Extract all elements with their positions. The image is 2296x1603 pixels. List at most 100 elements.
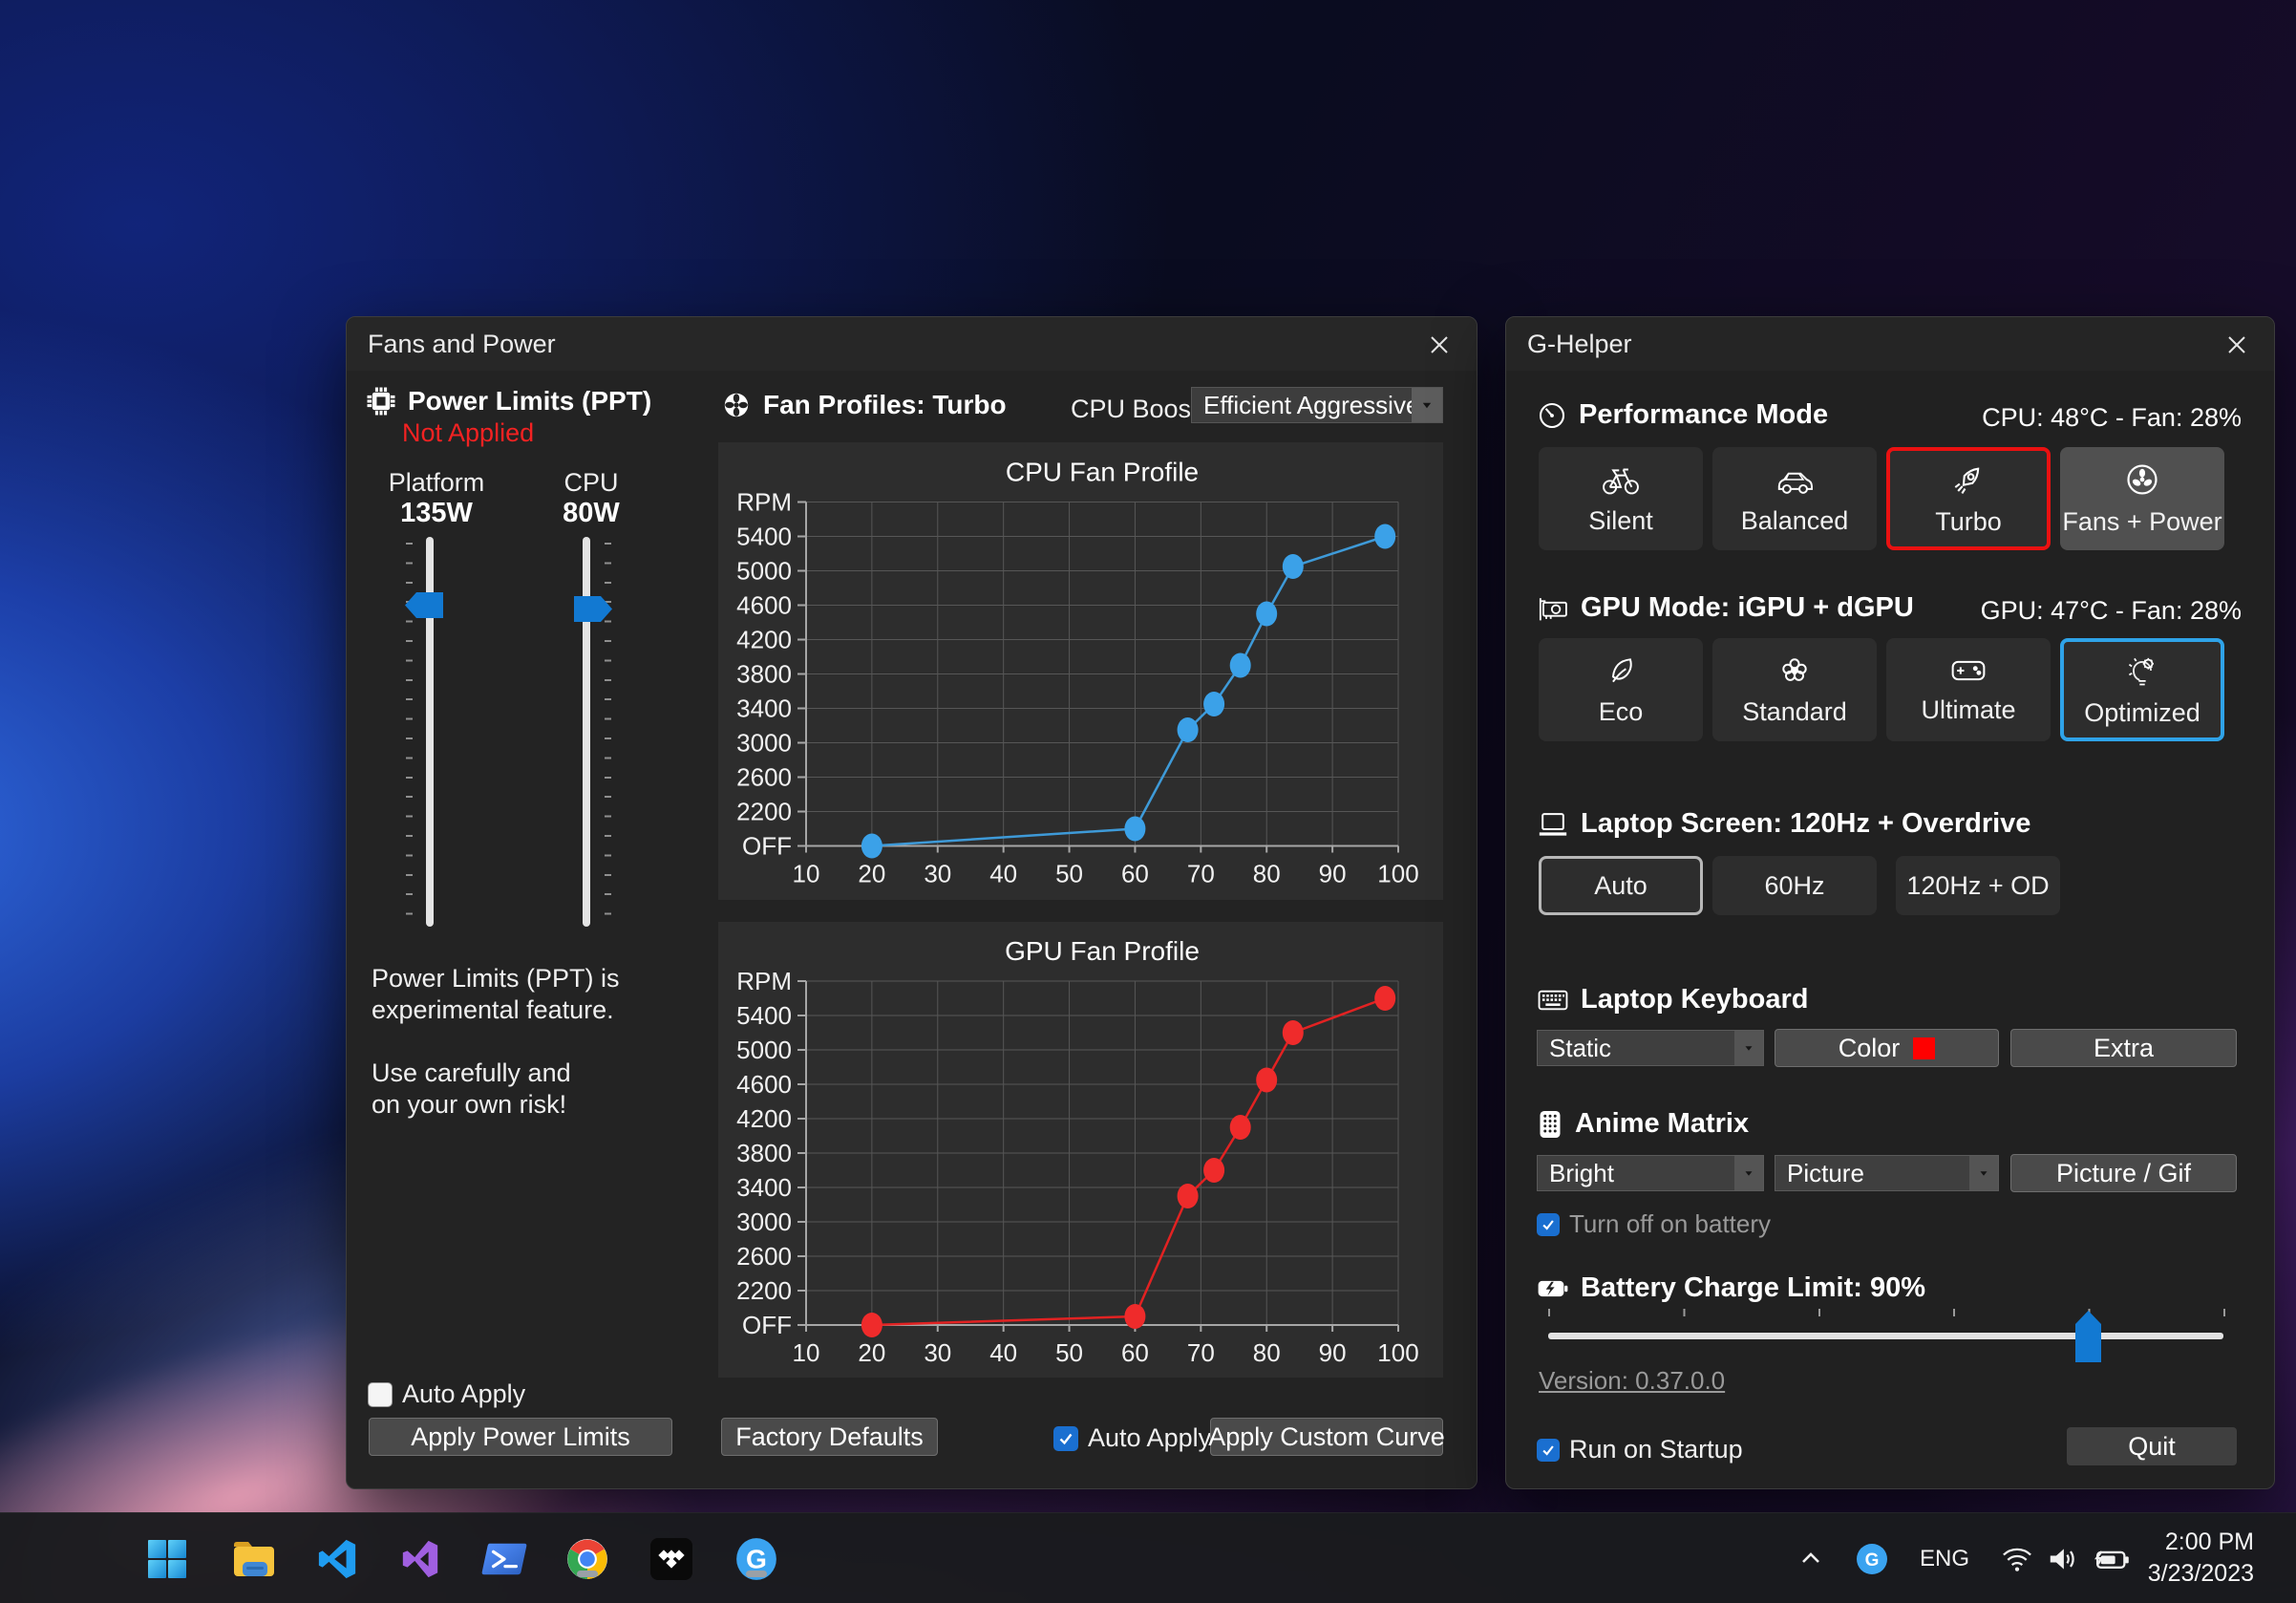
perf-mode-turbo[interactable]: Turbo [1886,447,2051,550]
cpu-slider-track[interactable] [583,537,590,927]
battery-slider-track[interactable] [1548,1333,2223,1339]
bicycle-icon [1601,462,1641,497]
gpu-mode-eco[interactable]: Eco [1539,638,1703,741]
cpu-limit-group: CPU 80W [534,468,648,529]
svg-text:100: 100 [1377,1338,1418,1367]
ghelper-window: G-Helper Performance Mode CPU: 48°C - Fa… [1505,316,2275,1489]
screen-option-60hz[interactable]: 60Hz [1712,856,1877,915]
factory-defaults-button[interactable]: Factory Defaults [721,1418,938,1456]
perf-mode-balanced[interactable]: Balanced [1712,447,1877,550]
gpu-mode-optimized[interactable]: Optimized [2060,638,2224,741]
car-icon [1774,462,1816,497]
power-limits-heading-row: Power Limits (PPT) [366,386,651,417]
battery-slider-thumb[interactable] [2075,1311,2101,1362]
tray-clock[interactable]: 2:00 PM 3/23/2023 [2148,1527,2254,1590]
keyboard-extra-button[interactable]: Extra [2010,1029,2237,1067]
gpu-mode-ultimate[interactable]: Ultimate [1886,638,2051,741]
ghelper-running-indicator [746,1571,767,1577]
fans-and-power-window: Fans and Power Power Limits (PPT) Not Ap… [346,316,1478,1489]
curve-auto-apply-row: Auto Apply [1053,1423,1211,1453]
start-button[interactable] [142,1534,192,1584]
apply-custom-curve-button[interactable]: Apply Custom Curve [1210,1418,1443,1456]
perf-mode-silent[interactable]: Silent [1539,447,1703,550]
svg-text:5400: 5400 [736,1001,792,1030]
powershell-icon[interactable] [479,1534,529,1584]
svg-text:100: 100 [1377,860,1418,888]
matrix-content-select[interactable]: Picture [1775,1155,1999,1191]
screen-heading-row: Laptop Screen: 120Hz + Overdrive [1537,808,2030,840]
quit-button[interactable]: Quit [2067,1427,2237,1465]
performance-heading-row: Performance Mode [1537,399,1828,431]
curve-auto-apply-label: Auto Apply [1088,1423,1211,1453]
fan-profiles-heading-row: Fan Profiles: Turbo [721,390,1007,420]
power-auto-apply-label: Auto Apply [402,1379,525,1409]
gpu-fan-chart[interactable]: GPU Fan Profile102030405060708090100RPM5… [718,922,1443,1378]
battery-heading-row: Battery Charge Limit: 90% [1537,1272,1925,1304]
tidal-icon[interactable] [647,1534,696,1584]
wifi-icon[interactable] [1996,1534,2038,1584]
screen-option-120hz-od[interactable]: 120Hz + OD [1896,856,2060,915]
curve-auto-apply-checkbox[interactable] [1053,1426,1078,1451]
chevron-down-icon[interactable] [1734,1031,1763,1065]
battery-bolt-icon [1537,1276,1569,1301]
gpu-mode-standard[interactable]: Standard [1712,638,1877,741]
tray-ghelper-icon[interactable]: G [1853,1534,1891,1584]
svg-text:3800: 3800 [736,1139,792,1167]
svg-text:4200: 4200 [736,1104,792,1133]
fan-icon [721,390,752,420]
svg-text:2200: 2200 [736,1276,792,1305]
screen-option-auto[interactable]: Auto [1539,856,1703,915]
svg-text:G: G [746,1543,767,1573]
matrix-heading-row: Anime Matrix [1537,1108,1749,1140]
svg-text:80: 80 [1253,1338,1281,1367]
battery-tray-icon[interactable] [2090,1534,2136,1584]
svg-text:80: 80 [1253,860,1281,888]
turn-off-on-battery-checkbox[interactable] [1537,1213,1560,1236]
svg-text:3400: 3400 [736,695,792,723]
matrix-picture-gif-button[interactable]: Picture / Gif [2010,1154,2237,1192]
chevron-down-icon[interactable] [1734,1156,1763,1190]
svg-text:30: 30 [924,860,951,888]
vscode-icon[interactable] [312,1534,362,1584]
gpu-heading-row: GPU Mode: iGPU + dGPU [1537,592,1914,624]
chevron-down-icon[interactable] [1969,1156,1998,1190]
keyboard-mode-select[interactable]: Static [1537,1030,1764,1066]
gpu-temp-status: GPU: 47°C - Fan: 28% [1981,596,2242,626]
volume-icon[interactable] [2042,1534,2084,1584]
svg-text:CPU Fan Profile: CPU Fan Profile [1006,458,1199,487]
svg-text:90: 90 [1319,1338,1347,1367]
close-icon[interactable] [1425,331,1454,359]
cpu-temp-status: CPU: 48°C - Fan: 28% [1982,403,2242,433]
svg-text:5000: 5000 [736,1036,792,1064]
close-icon[interactable] [2222,331,2251,359]
ghelper-taskbar-icon[interactable]: G [732,1534,781,1584]
tray-language[interactable]: ENG [1920,1534,1969,1584]
ghelper-titlebar[interactable]: G-Helper [1506,317,2274,371]
tray-chevron-icon[interactable] [1792,1534,1830,1584]
visual-studio-icon[interactable] [395,1534,445,1584]
cpu-fan-chart[interactable]: CPU Fan Profile102030405060708090100RPM5… [718,442,1443,900]
run-on-startup-checkbox[interactable] [1537,1439,1560,1462]
power-limits-heading: Power Limits (PPT) [408,386,651,417]
svg-text:50: 50 [1055,1338,1083,1367]
version-link[interactable]: Version: 0.37.0.0 [1539,1366,1725,1396]
chrome-icon[interactable] [563,1534,612,1584]
apply-power-limits-button[interactable]: Apply Power Limits [369,1418,672,1456]
platform-limit-group: Platform 135W [379,468,494,529]
matrix-brightness-select[interactable]: Bright [1537,1155,1764,1191]
power-auto-apply-checkbox[interactable] [368,1382,393,1407]
keyboard-heading-row: Laptop Keyboard [1537,984,1808,1015]
keyboard-heading: Laptop Keyboard [1581,984,1808,1015]
desktop: Fans and Power Power Limits (PPT) Not Ap… [0,0,2296,1603]
svg-text:3400: 3400 [736,1173,792,1202]
cpu-boost-select[interactable]: Efficient Aggressive [1191,387,1443,423]
gpu-heading: GPU Mode: iGPU + dGPU [1581,592,1914,624]
file-explorer-icon[interactable] [229,1534,279,1584]
rocket-icon [1950,461,1987,498]
chevron-down-icon[interactable] [1412,388,1442,422]
fans-window-titlebar[interactable]: Fans and Power [347,317,1477,371]
svg-text:4600: 4600 [736,1070,792,1099]
leaf-icon [1604,653,1638,688]
perf-mode-fans-power[interactable]: Fans + Power [2060,447,2224,550]
keyboard-color-button[interactable]: Color [1775,1029,1999,1067]
